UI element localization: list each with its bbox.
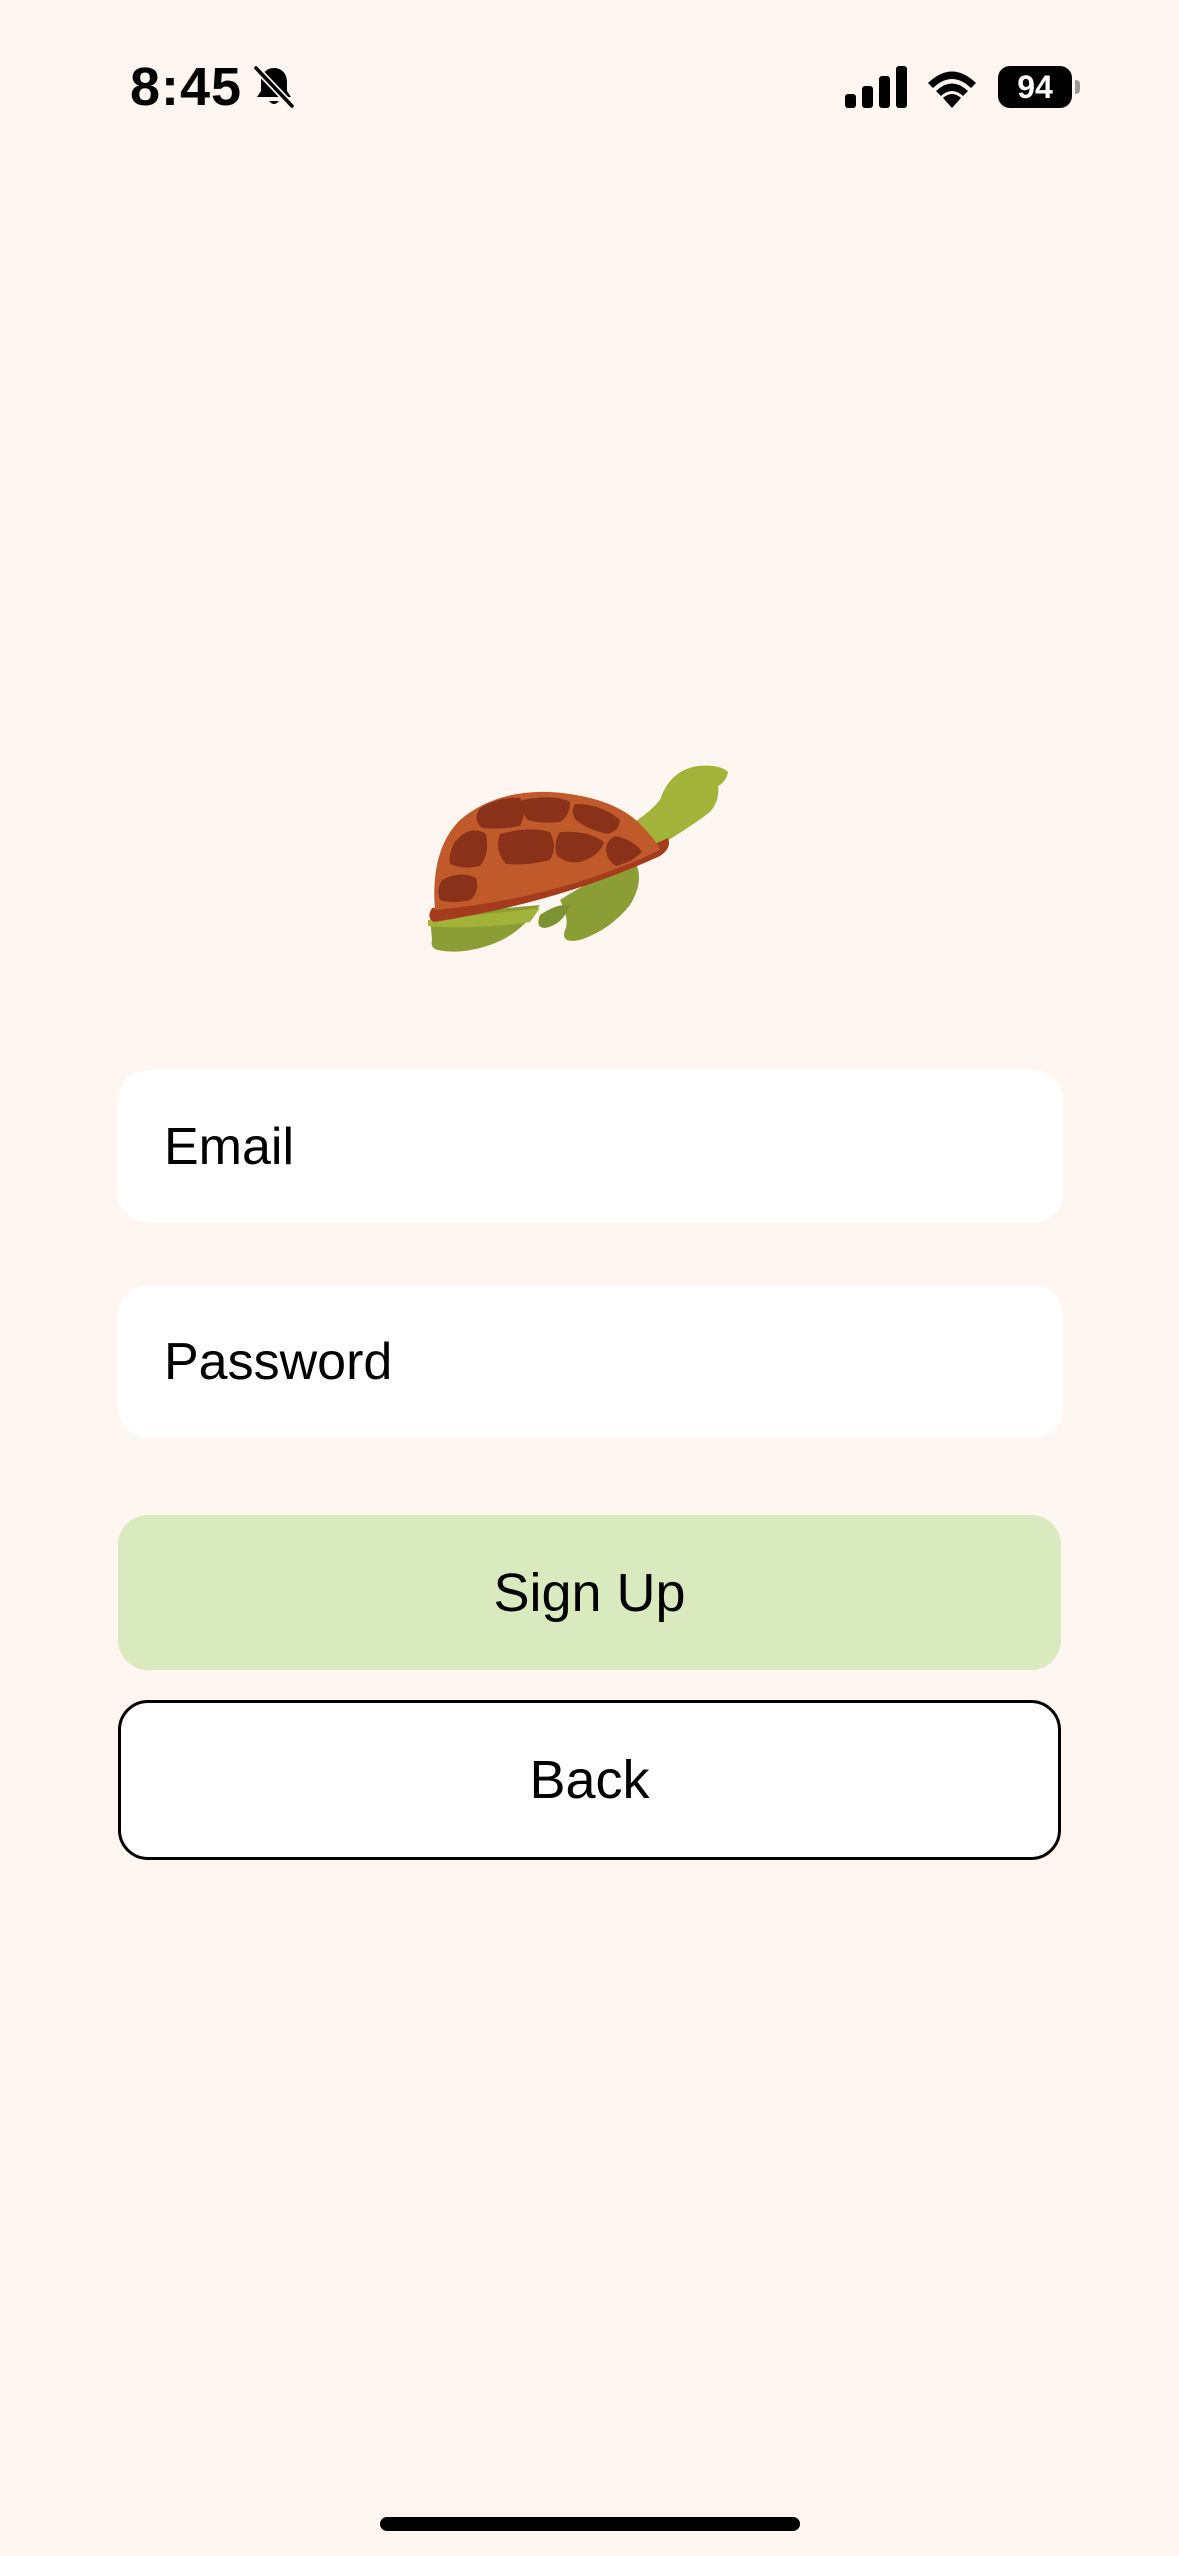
status-time: 8:45 [130, 57, 243, 117]
battery-icon: 94 [998, 66, 1080, 108]
bell-slash-icon [253, 65, 295, 109]
sign-up-button-label: Sign Up [493, 1562, 686, 1623]
back-button-label: Back [529, 1750, 650, 1810]
back-button[interactable]: Back [118, 1700, 1061, 1860]
wifi-icon [928, 71, 976, 108]
turtle-icon [428, 765, 728, 952]
sign-up-button[interactable]: Sign Up [118, 1515, 1061, 1670]
home-indicator[interactable] [380, 2517, 800, 2531]
status-bar: 8:45 94 [0, 0, 1179, 150]
battery-level: 94 [998, 66, 1072, 108]
battery-cap [1075, 80, 1080, 94]
cellular-signal-icon [845, 66, 907, 108]
email-field[interactable] [118, 1070, 1063, 1223]
password-field[interactable] [118, 1285, 1063, 1438]
